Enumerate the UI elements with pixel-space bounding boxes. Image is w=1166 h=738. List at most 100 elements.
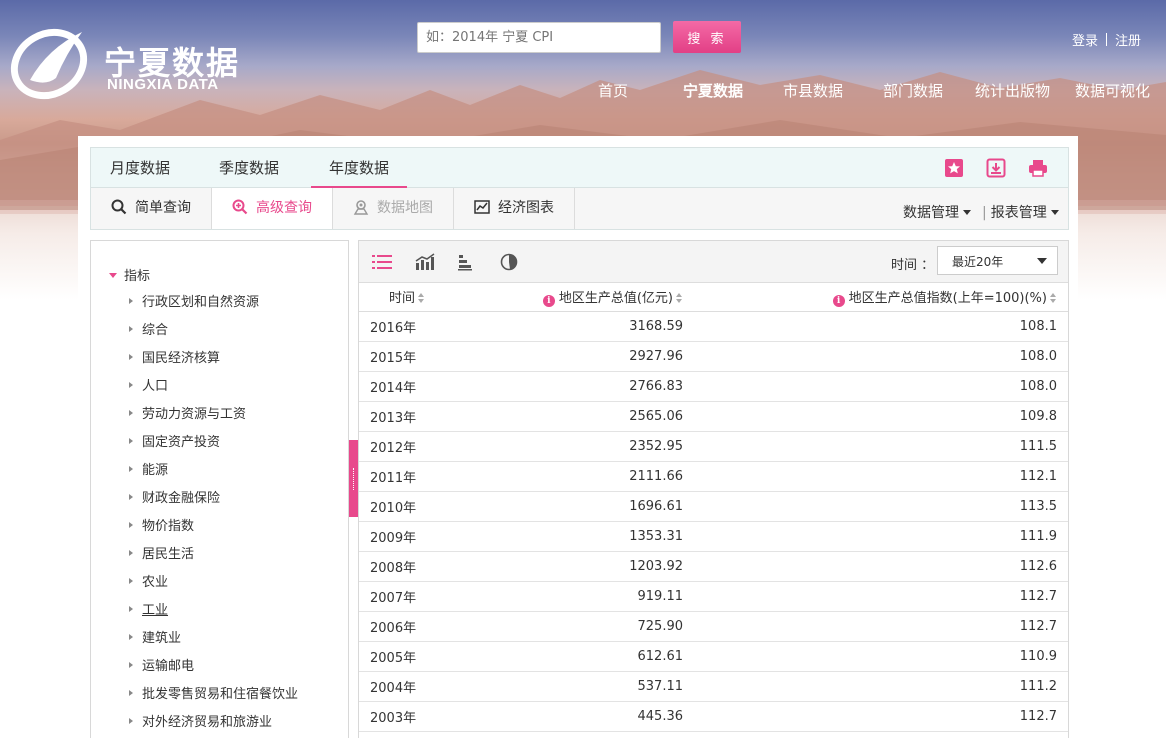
table-header-row: 时间 i 地区生产总值(亿元) i 地区生产总值指数(上年=100)(%): [359, 283, 1068, 312]
cell-gdp: 612.61: [469, 641, 693, 672]
auth-links: 登录 注册: [1072, 30, 1141, 49]
time-filter-label: 时间 ：: [891, 258, 935, 273]
tree-item[interactable]: 建筑业: [129, 629, 298, 657]
nav-department-data[interactable]: 部门数据: [883, 80, 943, 101]
simple-query-button[interactable]: 简单查询: [91, 188, 212, 229]
star-icon[interactable]: [944, 158, 964, 178]
tree-item[interactable]: 工业: [129, 601, 298, 629]
nav-publications[interactable]: 统计出版物: [975, 80, 1050, 101]
tree-item[interactable]: 物价指数: [129, 517, 298, 545]
nav-visualization[interactable]: 数据可视化: [1075, 80, 1150, 101]
print-icon[interactable]: [1028, 158, 1048, 178]
pie-chart-icon[interactable]: [499, 253, 519, 271]
economic-chart-label: 经济图表: [498, 200, 554, 216]
data-map-button[interactable]: 数据地图: [333, 188, 454, 229]
bar-chart-icon[interactable]: [457, 253, 477, 271]
cell-gdp-index: 108.0: [693, 341, 1068, 372]
download-icon[interactable]: [986, 158, 1006, 178]
search-input[interactable]: [417, 22, 661, 53]
auth-divider: [1106, 33, 1108, 46]
tree-item[interactable]: 行政区划和自然资源: [129, 293, 298, 321]
column-header-time[interactable]: 时间: [359, 283, 469, 312]
cell-year: 2011年: [359, 461, 469, 492]
tree-item[interactable]: 对外经济贸易和旅游业: [129, 713, 298, 738]
cell-gdp-index: 112.7: [693, 581, 1068, 612]
tree-item[interactable]: 能源: [129, 461, 298, 489]
tree-item[interactable]: 农业: [129, 573, 298, 601]
tree-item[interactable]: 运输邮电: [129, 657, 298, 685]
column-header-gdp-index[interactable]: i 地区生产总值指数(上年=100)(%): [693, 283, 1068, 312]
table-row: 2016年 3168.59 108.1: [359, 311, 1068, 342]
collapsed-icon: [129, 634, 133, 640]
search-button[interactable]: 搜 索: [673, 21, 741, 53]
cell-gdp-index: 111.9: [693, 521, 1068, 552]
tree-item[interactable]: 固定资产投资: [129, 433, 298, 461]
cell-year: 2005年: [359, 641, 469, 672]
line-chart-icon[interactable]: [415, 253, 435, 271]
tree-item[interactable]: 人口: [129, 377, 298, 405]
tab-annual[interactable]: 年度数据: [310, 148, 408, 188]
cell-gdp-index: 112.7: [693, 701, 1068, 732]
menu-divider: |: [982, 205, 987, 221]
cell-year: 2007年: [359, 581, 469, 612]
cell-gdp: 725.90: [469, 611, 693, 642]
cell-year: 2014年: [359, 371, 469, 402]
cell-gdp: 3168.59: [469, 311, 693, 342]
tree-item[interactable]: 财政金融保险: [129, 489, 298, 517]
cell-year: 2010年: [359, 491, 469, 522]
collapsed-icon: [129, 522, 133, 528]
chevron-down-icon: [1037, 258, 1047, 264]
cell-gdp-index: 113.5: [693, 491, 1068, 522]
chart-icon: [474, 200, 490, 214]
column-header-gdp[interactable]: i 地区生产总值(亿元): [469, 283, 693, 312]
time-range-value: 最近20年: [952, 255, 1004, 269]
info-icon[interactable]: i: [832, 294, 845, 307]
collapsed-icon: [129, 690, 133, 696]
data-area: 时间 ： 最近20年 时间 i 地区生产总值(亿元) i 地区生产总值指数(上年=1…: [358, 240, 1069, 738]
cell-gdp-index: 112.7: [693, 611, 1068, 642]
data-management-dropdown[interactable]: 数据管理: [903, 202, 971, 222]
tree-item[interactable]: 批发零售贸易和住宿餐饮业: [129, 685, 298, 713]
collapsed-icon: [129, 662, 133, 668]
cell-year: 2009年: [359, 521, 469, 552]
cell-gdp: 2565.06: [469, 401, 693, 432]
cell-gdp-index: 108.0: [693, 371, 1068, 402]
tree-item[interactable]: 国民经济核算: [129, 349, 298, 377]
nav-home[interactable]: 首页: [598, 80, 628, 101]
cell-gdp: 919.11: [469, 581, 693, 612]
economic-chart-button[interactable]: 经济图表: [454, 188, 575, 229]
list-view-icon[interactable]: [372, 253, 392, 271]
tree-item[interactable]: 居民生活: [129, 545, 298, 573]
sidebar-collapse-handle[interactable]: [349, 440, 358, 517]
time-range-select[interactable]: 最近20年: [937, 246, 1058, 275]
collapsed-icon: [129, 354, 133, 360]
cell-gdp-index: 108.1: [693, 311, 1068, 342]
report-management-dropdown[interactable]: | 报表管理: [982, 202, 1059, 222]
tree-root-indicators[interactable]: 指标: [109, 265, 150, 284]
collapsed-icon: [129, 494, 133, 500]
chevron-down-icon: [1050, 210, 1059, 215]
nav-ningxia-data[interactable]: 宁夏数据: [683, 80, 743, 101]
cell-gdp: 2927.96: [469, 341, 693, 372]
tree-children: 行政区划和自然资源 综合 国民经济核算 人口 劳动力资源与工资 固定资产投资 能…: [129, 293, 298, 738]
info-icon[interactable]: i: [542, 294, 555, 307]
cell-gdp-index: 112.1: [693, 461, 1068, 492]
tab-quarterly[interactable]: 季度数据: [219, 148, 279, 188]
cell-year: 2008年: [359, 551, 469, 582]
tab-monthly[interactable]: 月度数据: [110, 148, 170, 188]
collapsed-icon: [129, 606, 133, 612]
collapsed-icon: [129, 298, 133, 304]
tree-item[interactable]: 劳动力资源与工资: [129, 405, 298, 433]
advanced-query-button[interactable]: 高级查询: [212, 188, 333, 229]
table-row: 2015年 2927.96 108.0: [359, 341, 1068, 372]
login-link[interactable]: 登录: [1072, 34, 1098, 49]
cell-gdp: 1696.61: [469, 491, 693, 522]
collapsed-icon: [129, 410, 133, 416]
cell-gdp: 2111.66: [469, 461, 693, 492]
cell-gdp: 1353.31: [469, 521, 693, 552]
chevron-down-icon: [963, 210, 971, 215]
register-link[interactable]: 注册: [1115, 34, 1141, 49]
tree-item[interactable]: 综合: [129, 321, 298, 349]
nav-county-data[interactable]: 市县数据: [783, 80, 843, 101]
table-row: 2005年 612.61 110.9: [359, 641, 1068, 672]
